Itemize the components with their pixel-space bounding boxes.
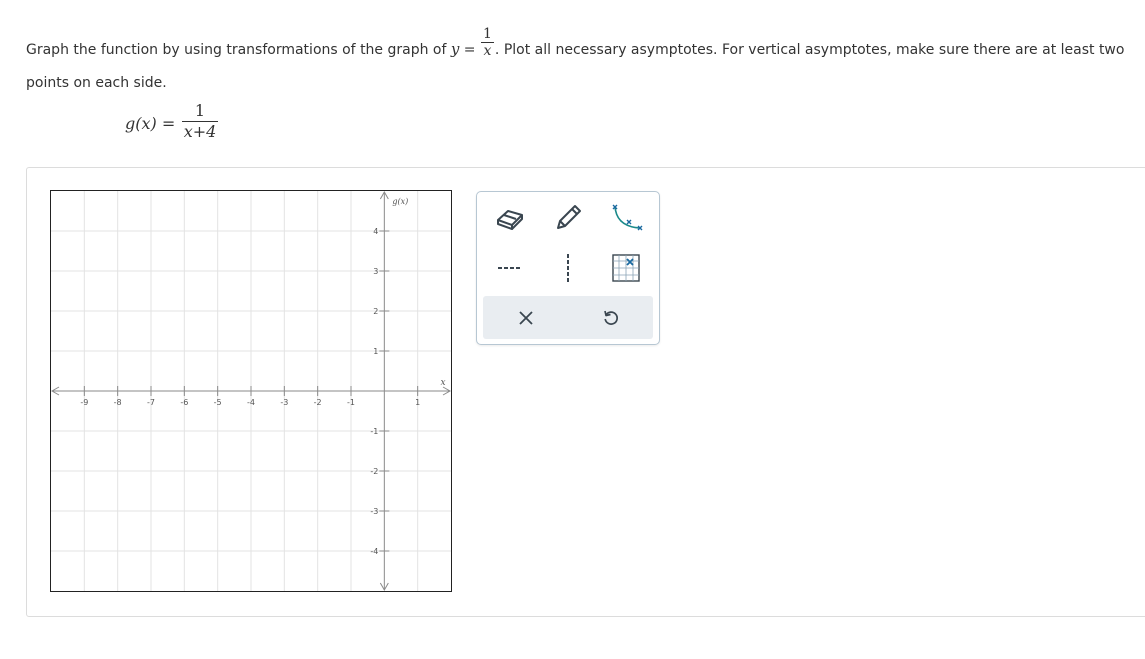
x-tick-label: 1 (415, 398, 420, 407)
function-fraction: 1 x+4 (182, 101, 218, 142)
y-tick-label: 1 (373, 347, 378, 356)
y-axis-label: g(x) (392, 197, 408, 206)
undo-button[interactable] (581, 300, 641, 336)
instructions-equals: = (459, 42, 480, 58)
function-arg: (x) (135, 114, 157, 133)
vertical-asymptote-tool-button[interactable] (543, 250, 593, 286)
x-tick-label: -2 (314, 398, 322, 407)
graph-canvas[interactable]: -9 -8 -7 -6 -5 -4 -3 -2 -1 1 4 3 2 1 -1 -2 -3 -4 x g(x) (50, 190, 452, 592)
horizontal-asymptote-tool-button[interactable] (485, 250, 535, 286)
fraction-denominator: x (483, 42, 492, 59)
y-tick-label: 3 (373, 267, 378, 276)
clear-button[interactable] (496, 300, 556, 336)
y-tick-label: -4 (370, 547, 378, 556)
x-tick-label: -5 (214, 398, 222, 407)
reciprocal-fraction: 1x (481, 26, 494, 59)
graph-area[interactable]: -9 -8 -7 -6 -5 -4 -3 -2 -1 1 4 3 2 1 -1 -2 -3 -4 x g(x) (50, 190, 452, 596)
y-tick-label: 2 (373, 307, 378, 316)
instructions-part1: Graph the function by using transformati… (26, 42, 451, 58)
function-lhs: g(x) = (125, 114, 175, 133)
function-denominator: x+4 (183, 122, 217, 141)
y-tick-label: -3 (370, 507, 378, 516)
clear-icon (519, 311, 533, 325)
x-tick-label: -1 (347, 398, 355, 407)
vertical-asymptote-icon (567, 254, 569, 282)
point-grid-icon (612, 254, 640, 282)
eraser-icon (497, 210, 523, 230)
x-tick-label: -6 (180, 398, 188, 407)
x-tick-label: -8 (114, 398, 122, 407)
x-axis-label: x (440, 378, 445, 388)
undo-icon (604, 310, 618, 325)
horizontal-asymptote-icon (498, 267, 522, 269)
fraction-numerator: 1 (481, 25, 494, 43)
function-numerator: 1 (182, 101, 218, 122)
x-tick-label: -4 (247, 398, 255, 407)
y-tick-label: -1 (370, 427, 378, 436)
eraser-tool-button[interactable] (485, 200, 535, 236)
x-tick-label: -3 (280, 398, 288, 407)
pencil-icon (557, 205, 581, 229)
toolbox-actions (483, 296, 653, 339)
function-name: g (125, 114, 136, 133)
function-equals: = (156, 114, 176, 133)
instructions-text: Graph the function by using transformati… (26, 26, 1141, 99)
pencil-tool-button[interactable] (543, 200, 593, 236)
y-tick-label: 4 (373, 227, 378, 236)
x-tick-label: -7 (147, 398, 155, 407)
y-tick-label: -2 (370, 467, 378, 476)
point-grid-tool-button[interactable] (601, 250, 651, 286)
curve-tool-icon (612, 204, 643, 231)
graph-toolbox (476, 191, 660, 345)
curve-tool-button[interactable] (601, 200, 651, 236)
x-tick-label: -9 (80, 398, 88, 407)
